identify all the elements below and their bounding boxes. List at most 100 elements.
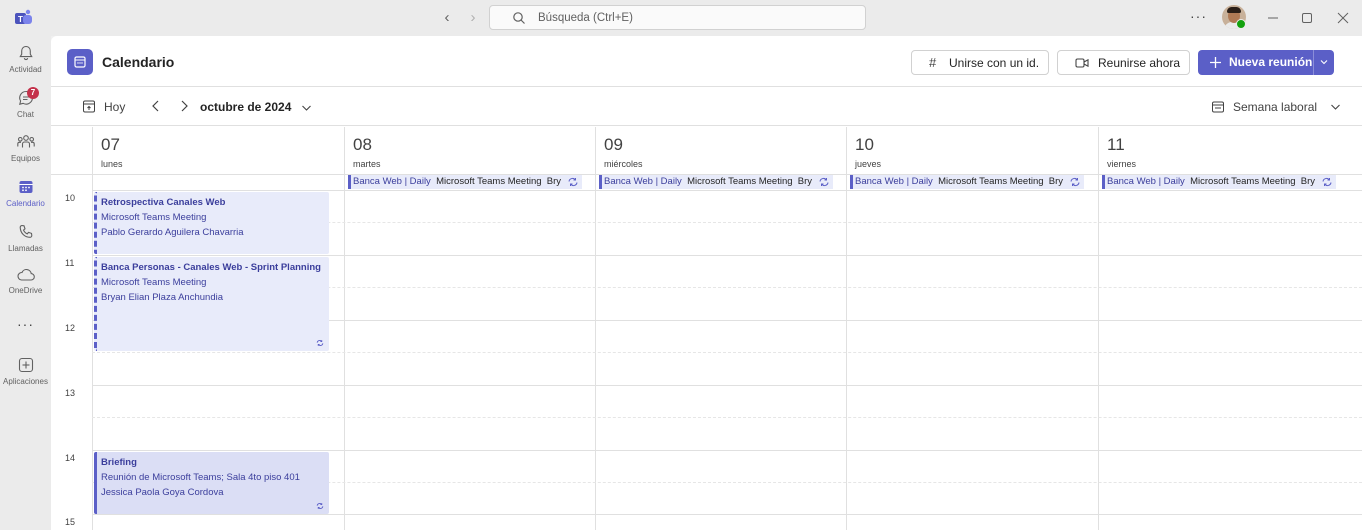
forward-arrow-icon[interactable]: › bbox=[464, 9, 482, 27]
hour-label: 15 bbox=[65, 517, 76, 527]
hour-line bbox=[92, 190, 1362, 191]
hour-label: 14 bbox=[65, 453, 76, 463]
rail-item-more[interactable]: ··· bbox=[0, 316, 51, 336]
event-briefing[interactable]: Briefing Reunión de Microsoft Teams; Sal… bbox=[94, 452, 329, 514]
daily-event-fri[interactable]: Banca Web | Daily Microsoft Teams Meetin… bbox=[1102, 175, 1336, 189]
calendar-main: Calendario # Unirse con un id. Reunirse … bbox=[51, 36, 1362, 530]
meet-now-label: Reunirse ahora bbox=[1098, 56, 1181, 70]
rail-label-activity: Actividad bbox=[9, 65, 42, 74]
hash-icon: # bbox=[929, 55, 937, 70]
calendar-today-icon bbox=[83, 100, 95, 113]
calendar-app-icon bbox=[74, 56, 86, 68]
event-location: Microsoft Teams Meeting bbox=[938, 176, 1044, 187]
rail-item-chat[interactable]: 7 Chat bbox=[0, 87, 51, 133]
event-title: Banca Web | Daily bbox=[1107, 176, 1185, 187]
rail-item-activity[interactable]: Actividad bbox=[0, 44, 51, 88]
previous-week-icon[interactable] bbox=[148, 97, 164, 115]
month-picker[interactable]: octubre de 2024 bbox=[200, 100, 312, 114]
search-placeholder: Búsqueda (Ctrl+E) bbox=[538, 12, 633, 24]
minimize-icon[interactable] bbox=[1264, 9, 1282, 27]
new-meeting-dropdown-button[interactable] bbox=[1313, 50, 1334, 75]
close-icon[interactable] bbox=[1334, 9, 1352, 27]
rail-item-calendar[interactable]: Calendario bbox=[0, 178, 51, 222]
daily-event-thu[interactable]: Banca Web | Daily Microsoft Teams Meetin… bbox=[850, 175, 1084, 189]
event-location: Reunión de Microsoft Teams; Sala 4to pis… bbox=[101, 472, 300, 483]
recurring-icon bbox=[1070, 177, 1080, 187]
event-organizer: Jessica Paola Goya Cordova bbox=[101, 487, 224, 498]
svg-text:T: T bbox=[18, 15, 23, 24]
new-meeting-button[interactable]: Nueva reunión bbox=[1198, 50, 1313, 75]
recurring-icon bbox=[1322, 177, 1332, 187]
calendar-icon bbox=[19, 181, 32, 193]
event-organizer: Bry bbox=[546, 176, 562, 187]
day-number: 10 bbox=[855, 135, 874, 154]
video-camera-icon bbox=[1075, 58, 1089, 68]
rail-item-apps[interactable]: Aplicaciones bbox=[0, 356, 51, 400]
day-number: 08 bbox=[353, 135, 372, 154]
search-input[interactable]: Búsqueda (Ctrl+E) bbox=[489, 5, 866, 30]
hour-label: 12 bbox=[65, 323, 76, 333]
page-title: Calendario bbox=[102, 54, 175, 70]
event-sprint-planning[interactable]: Banca Personas - Canales Web - Sprint Pl… bbox=[94, 257, 329, 351]
chevron-down-icon bbox=[1331, 104, 1340, 110]
event-title: Banca Personas - Canales Web - Sprint Pl… bbox=[101, 262, 321, 273]
back-arrow-icon[interactable]: ‹ bbox=[438, 9, 456, 27]
hour-line bbox=[92, 385, 1362, 386]
day-number: 11 bbox=[1107, 135, 1125, 154]
event-title: Banca Web | Daily bbox=[604, 176, 682, 187]
event-organizer: Bry bbox=[797, 176, 813, 187]
search-icon bbox=[513, 12, 525, 24]
app-rail: Actividad 7 Chat Equipos Calendario Llam… bbox=[0, 36, 51, 530]
calendar-week-icon bbox=[1212, 101, 1224, 113]
week-grid: 07 lunes 08 martes 09 miércoles 10 jueve… bbox=[51, 127, 1362, 530]
more-options-icon[interactable]: ··· bbox=[1190, 8, 1208, 24]
chat-unread-badge: 7 bbox=[27, 87, 39, 99]
calendar-header: Calendario # Unirse con un id. Reunirse … bbox=[51, 36, 1362, 87]
recurring-icon bbox=[819, 177, 829, 187]
new-meeting-label: Nueva reunión bbox=[1229, 55, 1313, 69]
hour-label: 11 bbox=[65, 258, 75, 268]
plus-icon bbox=[1210, 57, 1221, 68]
day-name: jueves bbox=[855, 159, 882, 169]
day-name: martes bbox=[353, 159, 381, 169]
day-name: lunes bbox=[101, 159, 123, 169]
today-label: Hoy bbox=[104, 100, 126, 114]
rail-item-calls[interactable]: Llamadas bbox=[0, 223, 51, 267]
event-title: Briefing bbox=[101, 457, 137, 468]
calendar-app-badge bbox=[67, 49, 93, 75]
daily-event-wed[interactable]: Banca Web | Daily Microsoft Teams Meetin… bbox=[599, 175, 833, 189]
event-location: Microsoft Teams Meeting bbox=[1190, 176, 1296, 187]
event-organizer: Bry bbox=[1300, 176, 1316, 187]
hour-line bbox=[92, 255, 1362, 256]
presence-available-icon bbox=[1236, 19, 1246, 29]
add-apps-icon bbox=[18, 357, 33, 373]
title-bar: T ‹ › Búsqueda (Ctrl+E) ··· bbox=[0, 0, 1362, 36]
recurring-icon bbox=[316, 503, 324, 509]
recurring-icon bbox=[568, 177, 578, 187]
event-organizer: Bry bbox=[1048, 176, 1064, 187]
rail-label-teams: Equipos bbox=[11, 154, 40, 163]
hour-line bbox=[92, 514, 1362, 515]
rail-item-teams[interactable]: Equipos bbox=[0, 133, 51, 177]
rail-label-calendar: Calendario bbox=[6, 199, 45, 208]
join-with-id-label: Unirse con un id. bbox=[949, 56, 1040, 70]
hour-line bbox=[92, 450, 1362, 451]
rail-label-calls: Llamadas bbox=[8, 244, 43, 253]
phone-icon bbox=[19, 224, 32, 238]
rail-label-onedrive: OneDrive bbox=[8, 286, 43, 295]
event-location: Microsoft Teams Meeting bbox=[101, 277, 207, 288]
join-with-id-button[interactable]: # Unirse con un id. bbox=[911, 50, 1049, 75]
meet-now-button[interactable]: Reunirse ahora bbox=[1057, 50, 1190, 75]
daily-event-tue[interactable]: Banca Web | Daily Microsoft Teams Meetin… bbox=[348, 175, 582, 189]
cloud-icon bbox=[16, 268, 35, 281]
event-retrospectiva[interactable]: Retrospectiva Canales Web Microsoft Team… bbox=[94, 192, 329, 254]
event-organizer: Bryan Elian Plaza Anchundia bbox=[101, 292, 223, 303]
day-name: miércoles bbox=[604, 159, 643, 169]
rail-item-onedrive[interactable]: OneDrive bbox=[0, 267, 51, 311]
chevron-down-icon bbox=[1320, 60, 1328, 65]
next-week-icon[interactable] bbox=[176, 97, 192, 115]
hour-label: 10 bbox=[65, 193, 76, 203]
maximize-icon[interactable] bbox=[1298, 9, 1316, 27]
event-title: Banca Web | Daily bbox=[855, 176, 933, 187]
teams-icon bbox=[16, 135, 35, 148]
